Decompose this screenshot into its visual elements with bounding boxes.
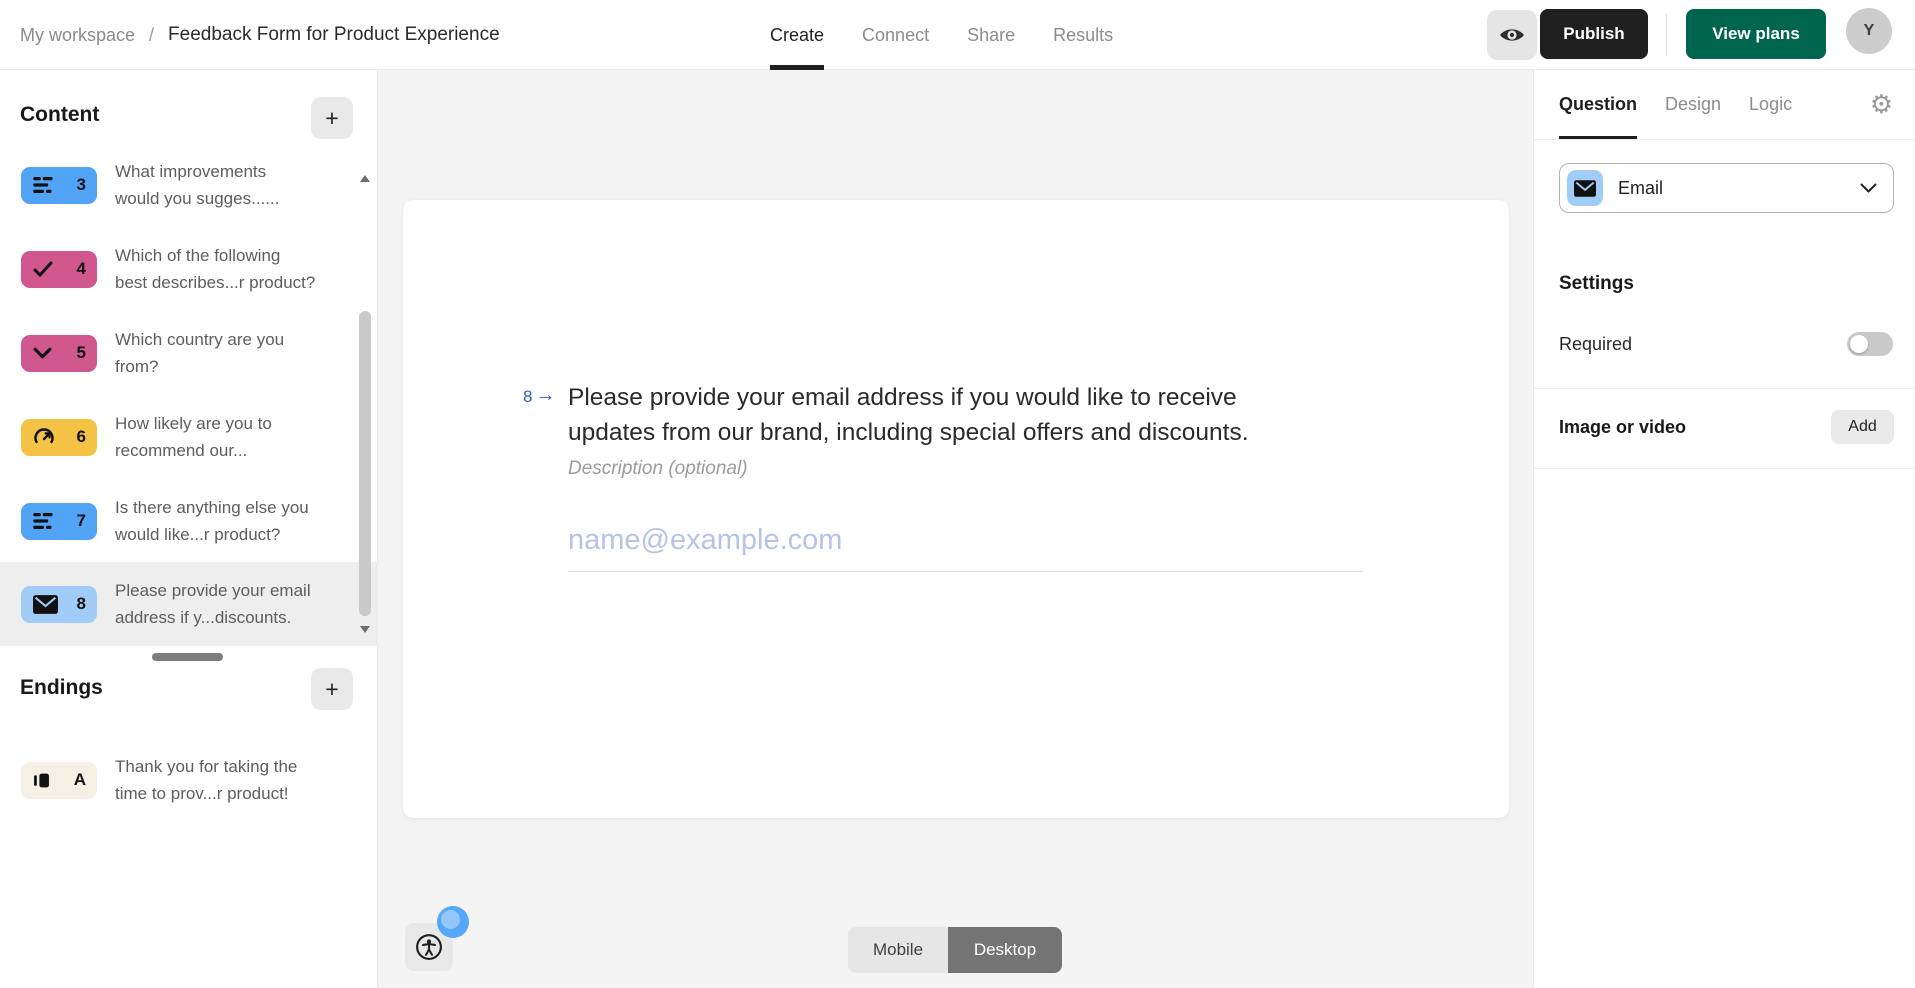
preview-button[interactable] [1487,10,1537,60]
email-input-underline [568,571,1363,572]
question-type-dropdown[interactable]: Email [1559,163,1894,213]
ending-type-badge: A [21,762,97,799]
question-number: 8 [77,594,86,614]
question-settings-panel: Question Design Logic ⚙ Email Sett [1533,70,1915,988]
ending-letter: A [74,770,86,790]
endings-header: Endings [20,676,103,700]
avatar[interactable]: Y [1846,8,1892,54]
desktop-toggle-button[interactable]: Desktop [948,927,1062,973]
question-number: 6 [77,427,86,447]
sidebar: Content + 3 What improvements would you … [0,70,378,988]
question-number: 5 [77,343,86,363]
email-input-placeholder[interactable]: name@example.com [568,524,842,557]
panel-tabs: Question Design Logic [1534,70,1915,140]
topbar: My workspace / Feedback Form for Product… [0,0,1915,70]
sidebar-item-question-3[interactable]: 3 What improvements would you sugges....… [0,143,378,227]
sidebar-item-question-6[interactable]: 6 How likely are you to recommend our... [0,395,378,479]
accessibility-notification-badge [437,906,469,938]
question-type-badge: 8 [21,586,97,623]
tab-create[interactable]: Create [770,0,824,70]
tab-logic[interactable]: Logic [1749,70,1792,139]
sidebar-item-question-5[interactable]: 5 Which country are you from? [0,311,378,395]
tab-connect[interactable]: Connect [862,0,929,70]
question-number-arrow: 8 → [523,387,555,407]
breadcrumb: My workspace / Feedback Form for Product… [20,0,500,70]
question-text-editable[interactable]: Please provide your email address if you… [568,380,1330,450]
question-title: Please provide your email address if y..… [115,577,311,631]
add-media-button[interactable]: Add [1831,410,1894,444]
ending-screen-icon [33,772,50,789]
question-title: How likely are you to recommend our... [115,410,272,464]
question-type-badge: 5 [21,335,97,372]
sidebar-scrollbar[interactable] [359,311,371,616]
form-title[interactable]: Feedback Form for Product Experience [168,24,500,46]
envelope-icon [1574,180,1596,197]
device-preview-toggle: Mobile Desktop [848,927,1062,973]
sidebar-item-question-7[interactable]: 7 Is there anything else you would like.… [0,479,378,563]
chevron-down-icon [1860,183,1877,194]
gauge-icon [33,428,55,446]
main-nav-tabs: Create Connect Share Results [770,0,1113,70]
settings-header: Settings [1559,273,1634,295]
question-number: 8 [523,387,532,407]
accessibility-icon [414,932,444,962]
long-text-icon [33,177,55,193]
tab-question[interactable]: Question [1559,70,1637,139]
email-type-badge [1567,170,1603,206]
envelope-icon [33,595,58,614]
question-type-badge: 3 [21,167,97,204]
question-type-label: Email [1618,178,1663,199]
sidebar-item-question-8-selected[interactable]: 8 Please provide your email address if y… [0,562,378,646]
panel-divider [1534,388,1915,389]
view-plans-button[interactable]: View plans [1686,9,1826,59]
tab-results[interactable]: Results [1053,0,1113,70]
scroll-up-arrow[interactable] [360,175,370,182]
chevron-down-icon [33,346,52,360]
gear-icon[interactable]: ⚙ [1870,91,1893,117]
tab-share[interactable]: Share [967,0,1015,70]
breadcrumb-separator: / [149,25,154,46]
question-title: What improvements would you sugges...... [115,158,279,212]
add-ending-button[interactable]: + [311,668,353,710]
question-title: Which of the following best describes...… [115,242,315,296]
panel-resize-handle[interactable] [152,653,223,661]
topbar-divider [1666,14,1667,56]
add-question-button[interactable]: + [311,97,353,139]
question-title: Which country are you from? [115,326,284,380]
scroll-down-arrow[interactable] [360,626,370,633]
question-number: 3 [77,175,86,195]
image-or-video-label: Image or video [1559,417,1686,438]
checkmark-icon [33,261,53,277]
required-toggle-off[interactable] [1847,332,1893,356]
description-placeholder[interactable]: Description (optional) [568,458,748,480]
breadcrumb-workspace-link[interactable]: My workspace [20,25,135,46]
content-header: Content [20,103,99,127]
arrow-right-icon: → [535,384,555,407]
question-preview-card: 8 → Please provide your email address if… [403,200,1509,818]
question-type-badge: 7 [21,503,97,540]
publish-button[interactable]: Publish [1540,9,1648,59]
tab-design[interactable]: Design [1665,70,1721,139]
eye-icon [1499,26,1525,44]
form-builder-app: My workspace / Feedback Form for Product… [0,0,1915,988]
question-type-badge: 4 [21,251,97,288]
question-title: Is there anything else you would like...… [115,494,309,548]
required-label: Required [1559,334,1632,355]
long-text-icon [33,513,55,529]
question-number: 7 [77,511,86,531]
panel-divider [1534,468,1915,469]
question-type-badge: 6 [21,419,97,456]
ending-title: Thank you for taking the time to prov...… [115,753,297,807]
sidebar-item-question-4[interactable]: 4 Which of the following best describes.… [0,227,378,311]
mobile-toggle-button[interactable]: Mobile [848,927,948,973]
question-number: 4 [77,259,86,279]
sidebar-item-ending-a[interactable]: A Thank you for taking the time to prov.… [0,738,378,822]
